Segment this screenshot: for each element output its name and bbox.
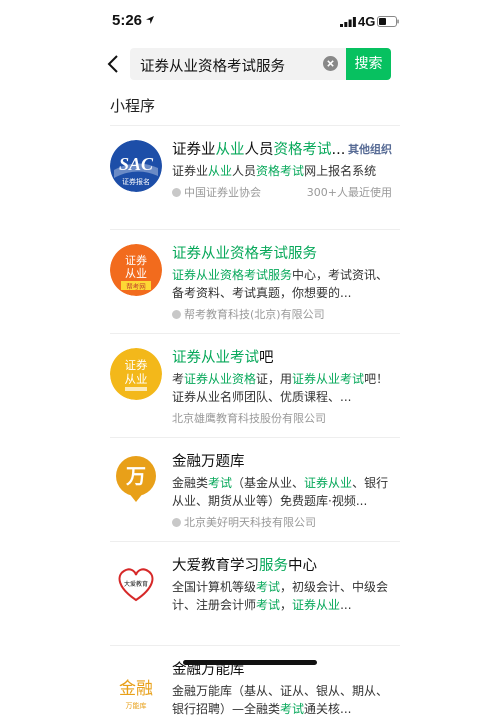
section-title: 小程序 [110,97,156,115]
sac-logo-icon: SAC 证券报名 [110,140,162,192]
desc-highlight: 从业 [208,164,233,178]
daai-logo-icon: 大爱教育 [118,568,154,602]
logo-sub: 帮考网 [126,282,146,291]
desc-part: 金融类 [172,476,209,490]
sac-logo-text: SAC [119,154,154,174]
desc-part: ， [280,598,293,612]
result-title: 证券从业资格考试服务 [172,242,317,263]
status-time: 5:26 [112,12,143,29]
org-row: 帮考教育科技(北京)有限公司 [172,306,325,322]
logo-line1: 证券 [125,358,148,372]
verified-icon [172,310,181,319]
results-list: SAC 证券报名 证券业从业人员资格考试... 其他组织 证券业从业人员资格考试… [110,125,400,716]
desc-part: 通关核... [304,702,352,716]
desc-highlight: 证券从业 [304,476,353,490]
title-part: ... [331,142,346,158]
org-name: 北京雄鹰教育科技股份有限公司 [172,412,326,425]
result-item-bangkao[interactable]: 证券 从业 帮考网 证券从业资格考试服务 证券从业资格考试服务中心，考试资讯、备… [110,229,400,333]
result-title: 金融万题库 [172,450,245,471]
desc-highlight: 证券从业考试 [292,372,365,386]
org-row: 中国证券业协会 [172,184,261,200]
desc-highlight: 考试 [208,476,233,490]
desc-part: 人员 [232,164,257,178]
recent-users: 300+人最近使用 [306,186,392,199]
logo-text: 万 [125,464,146,488]
result-item-wanneng[interactable]: 金融 万能库 金融万能库 金融万能库（基从、证从、银从、期从、银行招聘）—全融类… [110,645,400,716]
search-input[interactable]: 证券从业资格考试服务 [130,48,346,80]
logo-text: 金融 [119,679,153,699]
result-desc: 全国计算机等级考试，初级会计、中级会计、注册会计师考试，证券从业... [172,578,394,614]
desc-highlight: 证券从业资格考试服务 [172,268,293,282]
result-item-wantiku[interactable]: 万 金融万题库 金融类考试（基金从业、证券从业、银行从业、期货从业等）免费题库·… [110,437,400,541]
org-row: 北京雄鹰教育科技股份有限公司 [172,410,326,426]
verified-icon [172,188,181,197]
clear-icon[interactable] [323,56,338,71]
status-bar: 5:26 4G [0,0,500,40]
title-part: 金融万题库 [172,454,245,470]
desc-highlight: 证券从业 [292,598,341,612]
wantiku-logo-icon: 万 [116,456,156,502]
desc-part: 考 [172,372,185,386]
desc-part: 网上报名系统 [304,164,377,178]
title-highlight: 证券从业考试 [172,350,259,366]
xiongying-logo-icon: 证券 从业 [110,348,162,400]
title-part: 证券业 [172,142,216,158]
desc-part: 证，用 [256,372,293,386]
result-desc: 金融万能库（基从、证从、银从、期从、银行招聘）—全融类考试通关核... [172,682,394,718]
desc-part: ... [340,598,352,612]
logo-line2: 从业 [125,267,147,280]
desc-highlight: 考试 [280,702,305,716]
desc-highlight: 证券从业资格 [184,372,257,386]
sac-logo-sub: 证券报名 [122,177,150,186]
result-title: 证券从业考试吧 [172,346,274,367]
search-query: 证券从业资格考试服务 [140,59,285,75]
home-indicator[interactable] [183,660,317,665]
desc-part: （基金从业、 [232,476,305,490]
org-row: 北京美好明天科技有限公司 [172,514,316,530]
title-part: 中心 [288,558,317,574]
title-part: 大爱教育学习 [172,558,259,574]
title-highlight: 从业 [215,142,245,158]
signal-bars-icon [340,17,356,27]
result-item-xiongying[interactable]: 证券 从业 证券从业考试吧 考证券从业资格证，用证券从业考试吧！证券从业名师团队… [110,333,400,437]
desc-highlight: 考试 [256,580,281,594]
logo-text: 大爱教育 [124,580,148,588]
network-type: 4G [358,14,376,29]
search-bar: 证券从业资格考试服务 搜索 [0,46,500,82]
result-title: 证券业从业人员资格考试... [172,138,345,159]
org-name: 北京美好明天科技有限公司 [184,516,316,529]
result-item-daai[interactable]: 大爱教育 大爱教育学习服务中心 全国计算机等级考试，初级会计、中级会计、注册会计… [110,541,400,645]
search-button[interactable]: 搜索 [346,48,391,80]
desc-part: 全国计算机等级 [172,580,257,594]
result-desc: 证券从业资格考试服务中心，考试资讯、备考资料、考试真题，你想要的... [172,266,394,302]
logo-line1: 证券 [125,253,147,267]
bangkao-logo-icon: 证券 从业 帮考网 [110,244,162,296]
org-name: 中国证券业协会 [184,186,261,199]
title-highlight: 证券从业资格考试服务 [172,246,317,262]
logo-line2: 从业 [125,372,148,386]
location-arrow-icon [146,16,154,24]
result-desc: 证券业从业人员资格考试网上报名系统 [172,162,394,180]
desc-part: 证券业 [172,164,209,178]
verified-icon [172,518,181,527]
org-name: 帮考教育科技(北京)有限公司 [184,308,325,321]
result-desc: 金融类考试（基金从业、证券从业、银行从业、期货从业等）免费题库·视频... [172,474,394,510]
result-desc: 考证券从业资格证，用证券从业考试吧！证券从业名师团队、优质课程、... [172,370,394,406]
title-part: 吧 [259,350,274,366]
logo-sub: 万能库 [126,701,147,710]
battery-icon [377,16,399,27]
result-item-sac[interactable]: SAC 证券报名 证券业从业人员资格考试... 其他组织 证券业从业人员资格考试… [110,125,400,229]
desc-highlight: 考试 [256,598,281,612]
title-highlight: 资格考试 [273,142,332,158]
back-chevron-icon[interactable] [106,54,120,74]
title-highlight: 服务 [259,558,288,574]
title-part: 人员 [244,142,274,158]
desc-highlight: 资格考试 [256,164,305,178]
wanneng-logo-icon: 金融 万能库 [119,679,153,710]
org-tag: 其他组织 [348,143,392,156]
result-title: 大爱教育学习服务中心 [172,554,317,575]
